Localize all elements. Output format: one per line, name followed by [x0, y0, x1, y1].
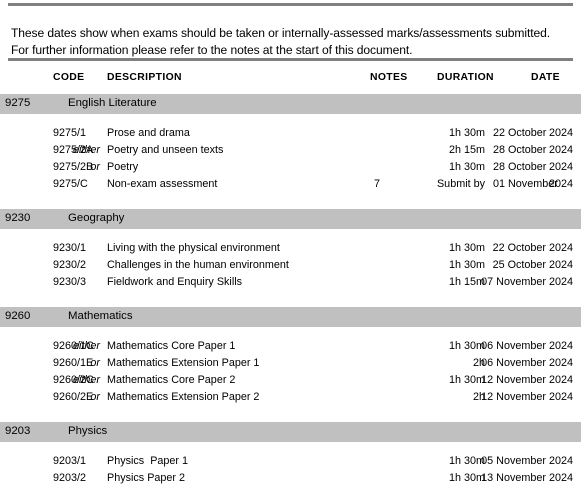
- column-header-duration: DURATION: [437, 72, 494, 83]
- row-date: 06 November 2024: [481, 357, 573, 369]
- subject-header-band: 9203 Physics: [0, 422, 581, 442]
- row-date: 12 November 2024: [481, 374, 573, 386]
- subject-title: English Literature: [68, 97, 157, 109]
- row-date-day: 22: [492, 127, 505, 139]
- row-description: Mathematics Extension Paper 1: [107, 357, 260, 369]
- exam-row-group: either 9260/1C Mathematics Core Paper 1 1h …: [0, 340, 581, 408]
- table-row: 9203/1 Physics Paper 1 1h 30m 05 November 2…: [0, 455, 581, 472]
- row-paper-code: 9275/2A: [53, 144, 94, 156]
- row-paper-code: 9230/2: [53, 259, 87, 271]
- table-row: 9230/1 Living with the physical environme…: [0, 242, 581, 259]
- subject-code: 9203: [5, 425, 31, 437]
- row-duration: 1h 30m: [448, 161, 485, 173]
- table-row: 9230/3 Fieldwork and Enquiry Skills 1h 15m…: [0, 276, 581, 293]
- row-description: Mathematics Core Paper 1: [107, 340, 236, 352]
- row-description: Prose and drama: [107, 127, 190, 139]
- row-date-day: 28: [492, 144, 505, 156]
- row-paper-code: 9260/1E: [53, 357, 94, 369]
- row-date-year: 2024: [548, 144, 573, 156]
- row-date: 05 November 2024: [481, 455, 573, 467]
- row-duration: Submit by: [436, 178, 485, 190]
- header-horizontal-rule: [8, 58, 573, 61]
- row-duration: 2h 15m: [448, 144, 485, 156]
- column-header-code: CODE: [53, 72, 85, 83]
- table-row: 9275/1 Prose and drama 1h 30m 22 October 2024: [0, 127, 581, 144]
- subject-code: 9230: [5, 212, 31, 224]
- row-date: 07 November 2024: [481, 276, 573, 288]
- row-date-year: 2024: [548, 178, 573, 190]
- top-horizontal-rule: [8, 3, 573, 6]
- row-description: Fieldwork and Enquiry Skills: [107, 276, 243, 288]
- column-header-description: DESCRIPTION: [107, 72, 182, 83]
- row-date-day: 28: [492, 161, 505, 173]
- exam-row-group: 9203/1 Physics Paper 1 1h 30m 05 November 2…: [0, 455, 581, 489]
- row-date-year: 2024: [548, 127, 573, 139]
- subject-header-band: 9260 Mathematics: [0, 307, 581, 327]
- subject-header-band: 9230 Geography: [0, 209, 581, 229]
- column-header-notes: NOTES: [370, 72, 408, 83]
- row-paper-code: 9260/2E: [53, 391, 94, 403]
- row-description: Mathematics Extension Paper 2: [107, 391, 260, 403]
- table-row: either 9260/2C Mathematics Core Paper 2 1h …: [0, 374, 581, 391]
- row-paper-code: 9230/1: [53, 242, 87, 254]
- subject-title: Geography: [68, 212, 125, 224]
- row-paper-code: 9203/2: [53, 472, 87, 484]
- table-row: either 9275/2A Poetry and unseen texts 2h 1…: [0, 144, 581, 161]
- row-notes: 7: [373, 178, 380, 190]
- row-paper-code: 9275/2B: [53, 161, 94, 173]
- row-paper-code: 9230/3: [53, 276, 87, 288]
- exam-row-group: 9275/1 Prose and drama 1h 30m 22 October 2024…: [0, 127, 581, 195]
- table-row: 9203/2 Physics Paper 2 1h 30m 13 November 2…: [0, 472, 581, 489]
- row-date: 13 November 2024: [481, 472, 573, 484]
- table-row: 9275/C Non-exam assessment 7 Submit by 01 Nov…: [0, 178, 581, 195]
- row-description: Challenges in the human environment: [107, 259, 289, 271]
- intro-paragraph: These dates show when exams should be ta…: [11, 26, 557, 58]
- subject-code: 9275: [5, 97, 31, 109]
- row-date: 06 November 2024: [481, 340, 573, 352]
- table-row: or 9260/2E Mathematics Extension Paper 2 2h…: [0, 391, 581, 408]
- column-header-date: DATE: [531, 72, 560, 83]
- row-description: Physics Paper 1: [107, 455, 189, 467]
- row-paper-code: 9260/2C: [53, 374, 94, 386]
- row-date-year: 2024: [548, 161, 573, 173]
- row-date: 12 November 2024: [481, 391, 573, 403]
- subject-title: Mathematics: [68, 310, 133, 322]
- subject-section: 9275 English Literature 9275/1 Prose and dr…: [0, 94, 581, 209]
- subject-code: 9260: [5, 310, 31, 322]
- table-row: or 9260/1E Mathematics Extension Paper 1 2h…: [0, 357, 581, 374]
- row-date-day: 01: [492, 178, 505, 190]
- table-row: or 9275/2B Poetry 1h 30m 28 October 2024: [0, 161, 581, 178]
- row-description: Poetry: [107, 161, 139, 173]
- row-paper-code: 9275/1: [53, 127, 87, 139]
- column-header-row: CODE DESCRIPTION NOTES DURATION DATE: [0, 72, 581, 88]
- row-description: Poetry and unseen texts: [107, 144, 224, 156]
- subject-title: Physics: [68, 425, 108, 437]
- row-paper-code: 9260/1C: [53, 340, 94, 352]
- table-row: 9230/2 Challenges in the human environmen…: [0, 259, 581, 276]
- subject-header-band: 9275 English Literature: [0, 94, 581, 114]
- row-description: Non-exam assessment: [107, 178, 218, 190]
- row-paper-code: 9275/C: [53, 178, 88, 190]
- row-description: Living with the physical environment: [107, 242, 280, 254]
- subject-section: 9230 Geography 9230/1 Living with the physi…: [0, 209, 581, 307]
- subject-section: 9260 Mathematics either 9260/1C Mathematics …: [0, 307, 581, 422]
- exam-row-group: 9230/1 Living with the physical environme…: [0, 242, 581, 293]
- row-date: 25 October 2024: [492, 259, 573, 271]
- exam-timetable: 9275 English Literature 9275/1 Prose and dr…: [0, 94, 581, 503]
- row-duration: 1h 30m: [448, 127, 485, 139]
- row-description: Physics Paper 2: [107, 472, 186, 484]
- table-row: either 9260/1C Mathematics Core Paper 1 1h …: [0, 340, 581, 357]
- subject-section: 9203 Physics 9203/1 Physics Paper 1 1h 30m 05…: [0, 422, 581, 503]
- row-description: Mathematics Core Paper 2: [107, 374, 236, 386]
- row-date: 22 October 2024: [492, 242, 573, 254]
- row-paper-code: 9203/1: [53, 455, 87, 467]
